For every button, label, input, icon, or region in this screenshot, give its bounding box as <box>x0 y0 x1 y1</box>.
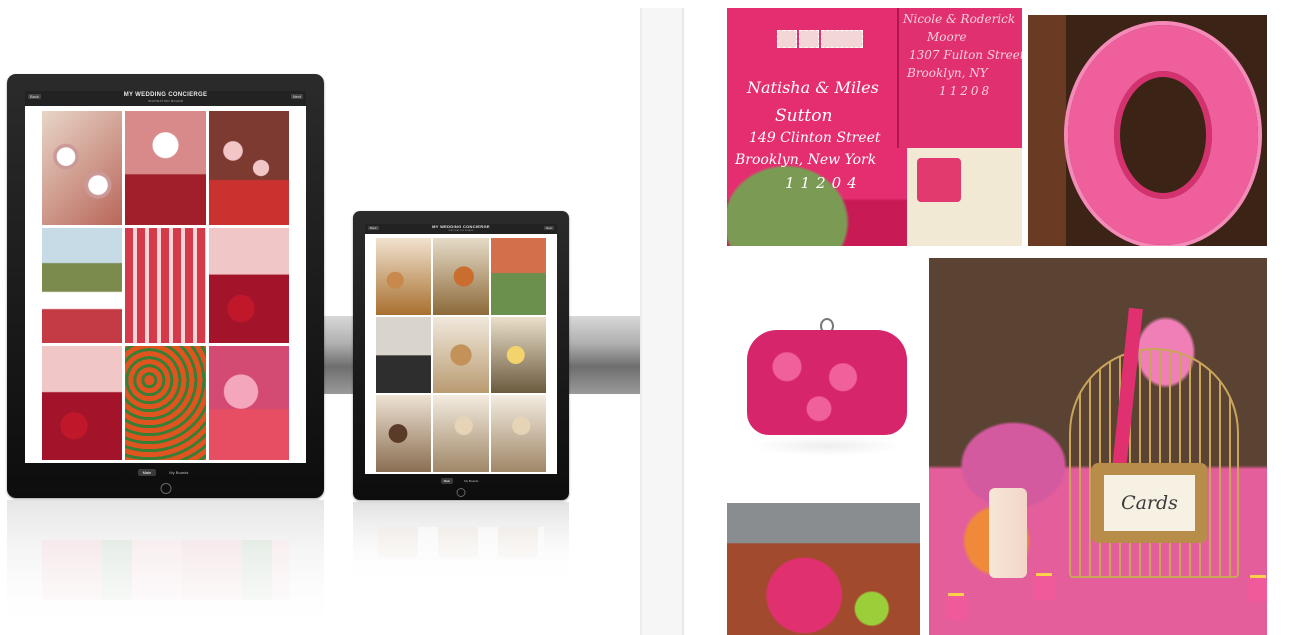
back-button[interactable]: Back <box>28 94 41 99</box>
clutch-photo[interactable] <box>727 258 920 494</box>
tab-my-boards-small[interactable]: My Boards <box>461 478 481 484</box>
clutch-shadow <box>751 436 903 456</box>
home-button-icon[interactable] <box>160 483 171 494</box>
app-subtitle: INSPIRATION BOARD <box>147 99 184 103</box>
bouquet-photo[interactable] <box>727 503 920 635</box>
grid-photo-garden[interactable] <box>42 228 123 343</box>
stamp-icon-2 <box>799 30 819 48</box>
grid-photo-coffee-sign[interactable] <box>376 316 432 394</box>
stamp-icon-3 <box>821 30 863 48</box>
cards-sign: Cards <box>1104 475 1195 531</box>
small-tablet: Back MY WEDDING CONCIERGE INSPIRATION BO… <box>353 211 569 500</box>
card-line-4: Brooklyn, NY <box>907 66 988 80</box>
next-button[interactable]: Next <box>290 94 303 99</box>
tab-main[interactable]: Main <box>137 468 157 476</box>
next-button-small[interactable]: Next <box>543 226 554 230</box>
large-tablet-screen: Back MY WEDDING CONCIERGE INSPIRATION BO… <box>25 91 306 463</box>
app-title: MY WEDDING CONCIERGE <box>123 92 208 98</box>
app-toolbar: Main My Boards <box>25 464 306 480</box>
grid-photo-chocolates[interactable] <box>376 395 432 472</box>
grid-photo-mini-desserts[interactable] <box>433 395 489 472</box>
grid-photo-pastry[interactable] <box>376 238 432 315</box>
envelope-address-line-1: Natisha & Miles <box>747 78 879 97</box>
birdcage-centerpiece-photo[interactable]: Cards <box>929 258 1267 635</box>
envelope-address-line-4: Brooklyn, New York <box>735 152 877 168</box>
app-nav-bar: Back MY WEDDING CONCIERGE INSPIRATION BO… <box>25 91 306 106</box>
tab-my-boards[interactable]: My Boards <box>164 469 193 476</box>
card-line-5: 11208 <box>939 84 993 98</box>
app-nav-bar-small: Back MY WEDDING CONCIERGE INSPIRATION BO… <box>365 224 557 234</box>
grid-photo-strawberries[interactable] <box>125 345 206 460</box>
stationery-card <box>907 148 1022 246</box>
grid-photo-mini-desserts-2[interactable] <box>490 395 546 472</box>
envelope-address-line-5: 11204 <box>785 174 863 192</box>
grid-photo-shots[interactable] <box>125 228 206 343</box>
large-tablet: Back MY WEDDING CONCIERGE INSPIRATION BO… <box>7 74 324 498</box>
app-toolbar-small: Main My Boards <box>365 475 557 486</box>
envelope-card: Nicole & Roderick Moore 1307 Fulton Stre… <box>897 8 1022 148</box>
wreath-ring <box>1068 25 1258 245</box>
grid-photo-donuts[interactable] <box>42 111 123 226</box>
card-line-3: 1307 Fulton Street <box>909 48 1022 62</box>
grid-photo-tarts[interactable] <box>433 316 489 394</box>
grid-photo-berries-2[interactable] <box>42 345 123 460</box>
stamp-icon <box>777 30 797 48</box>
small-tablet-screen: Back MY WEDDING CONCIERGE INSPIRATION BO… <box>365 224 557 474</box>
grid-photo-donut[interactable] <box>490 316 546 394</box>
grid-photo-roses[interactable] <box>208 345 289 460</box>
small-tablet-reflection <box>353 502 569 582</box>
app-subtitle-small: INSPIRATION BOARD <box>448 230 474 232</box>
envelope-address-line-3: 149 Clinton Street <box>749 130 881 146</box>
rosette-clutch <box>747 330 907 435</box>
door-frame <box>1028 15 1066 246</box>
grid-photo-booth[interactable] <box>490 238 546 315</box>
vase <box>989 488 1027 578</box>
app-showcase: Back MY WEDDING CONCIERGE INSPIRATION BO… <box>0 0 642 635</box>
photo-grid-small <box>376 238 546 472</box>
feather-wreath-photo[interactable] <box>1028 15 1267 246</box>
back-button-small[interactable]: Back <box>368 226 379 230</box>
large-tablet-reflection <box>7 500 324 635</box>
card-line-2: Moore <box>927 30 967 44</box>
home-button-icon-small[interactable] <box>456 488 466 497</box>
envelope-photo[interactable]: Natisha & Miles Sutton 149 Clinton Stree… <box>727 8 1022 246</box>
candle-icon-3 <box>1247 578 1267 602</box>
grid-photo-cake[interactable] <box>125 111 206 226</box>
grid-photo-cookies[interactable] <box>433 238 489 315</box>
envelope-address-line-2: Sutton <box>775 106 833 126</box>
photo-grid <box>42 111 289 460</box>
tab-main-small[interactable]: Main <box>440 477 454 484</box>
candle-icon-2 <box>1033 576 1055 600</box>
card-line-1: Nicole & Roderick <box>903 12 1016 26</box>
grid-photo-cupcakes[interactable] <box>208 111 289 226</box>
grid-photo-berries[interactable] <box>208 228 289 343</box>
candle-icon <box>945 596 967 620</box>
